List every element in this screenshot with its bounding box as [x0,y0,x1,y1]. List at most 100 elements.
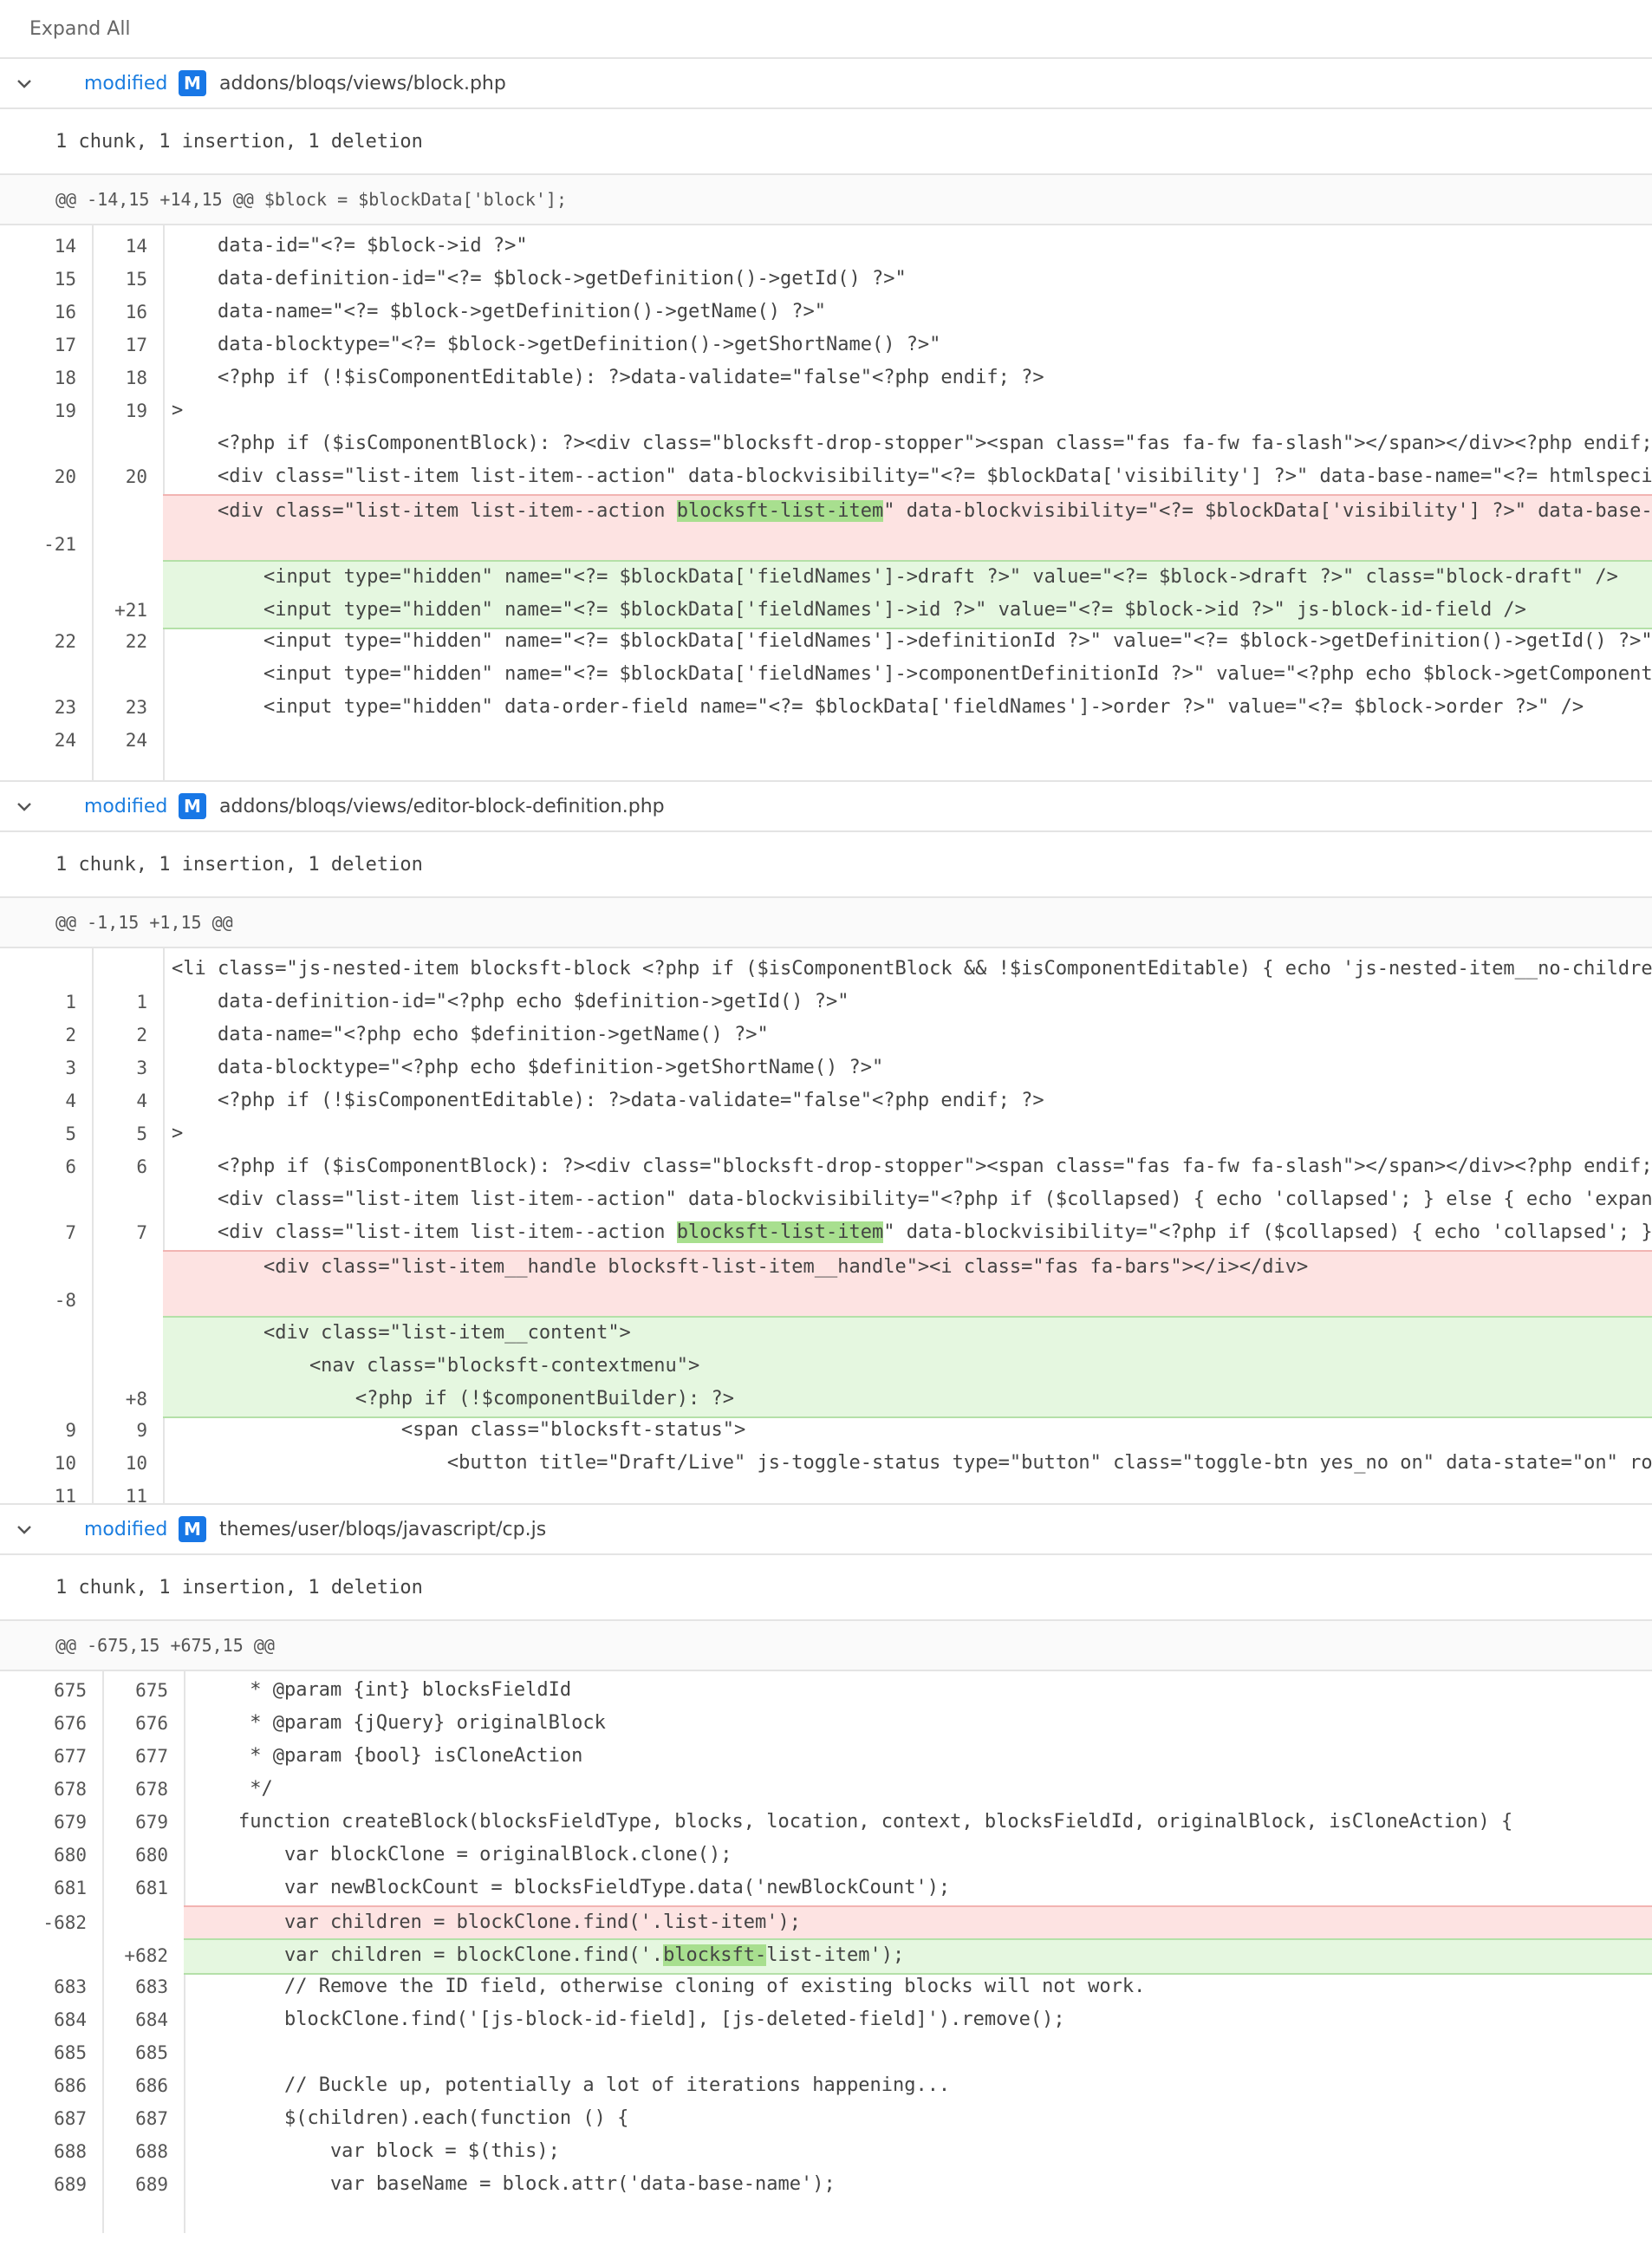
new-line-number: 678 [135,1779,168,1800]
expand-all-button[interactable]: Expand All [29,18,131,40]
code-line: 7 7 <div class="list-item list-item--acti… [0,1217,1652,1250]
old-line-number: 2 [65,1025,76,1045]
added-line: +8 <div class="list-item__content"> <nav… [126,1316,1652,1418]
code-line: 6 6 <?php if ($isComponentBlock): ?><div … [0,1151,1652,1184]
old-line-number: 7 [65,1222,76,1243]
code-text: <div class="list-item list-item--action"… [172,1188,1652,1210]
code-line: 20 20 <div class="list-item list-item--ac… [0,461,1652,494]
old-line-number: 684 [54,2009,87,2030]
new-line-number: 7 [136,1222,147,1243]
code-text: <input type="hidden" name="<?= $blockDat… [172,630,1652,652]
added-line: +21 <input type="hidden" name="<?= $bloc… [114,560,1652,629]
chunk-summary: 1 chunk, 1 insertion, 1 deletion [0,1555,1652,1621]
chevron-down-icon[interactable] [14,796,35,817]
new-line-number: 675 [135,1680,168,1701]
old-line-number: 686 [54,2075,87,2096]
code-line: 5 5 > [0,1118,1652,1151]
new-line-number: 16 [125,302,147,322]
changed-text-highlight: blocksft-list-item [676,1221,884,1243]
old-line-number: 680 [54,1845,87,1866]
code-text: <div class="list-item list-item--action … [172,500,1652,522]
new-line-number: 2 [136,1025,147,1045]
code-line: 685 685 [0,2037,1652,2070]
code-line: 22 22 <input type="hidden" name="<?= $blo… [0,626,1652,659]
deleted-line: -8 <div class="list-item__handle blocksf… [55,1250,1652,1319]
new-line-number: 14 [125,236,147,257]
code-line: 683 683 // Remove the ID field, otherwise… [0,1971,1652,2004]
code-text: <?php if ($isComponentBlock): ?><div cla… [172,433,1652,454]
code-line: <input type="hidden" name="<?= $blockDat… [0,659,1652,692]
code-text: <div class="list-item list-item--action … [172,1221,1652,1243]
code-text: data-definition-id="<?= $block->getDefin… [172,268,907,290]
file-status: modified [84,1518,168,1540]
new-line-number: 688 [135,2141,168,2162]
code-text: var newBlockCount = blocksFieldType.data… [192,1877,951,1898]
new-line-number: 689 [135,2174,168,2195]
old-line-number: 683 [54,1976,87,1997]
code-line: 681 681 var newBlockCount = blocksFieldTy… [0,1872,1652,1905]
changed-text-highlight: blocksft- [663,1944,767,1966]
code-line: 16 16 data-name="<?= $block->getDefinitio… [0,296,1652,329]
old-line-number: -8 [54,1290,76,1311]
file-status: modified [84,795,168,817]
code-line: <div class="list-item list-item--action"… [0,1184,1652,1217]
code-text: var blockClone = originalBlock.clone(); [192,1844,732,1866]
file-path[interactable]: addons/bloqs/views/editor-block-definiti… [219,796,665,817]
old-line-number: 685 [54,2042,87,2063]
old-line-number: 1 [65,992,76,1013]
new-line-number: 11 [125,1486,147,1507]
file-path[interactable]: themes/user/bloqs/javascript/cp.js [219,1519,546,1540]
code-text: <input type="hidden" name="<?= $blockDat… [172,599,1526,621]
new-line-number: 683 [135,1976,168,1997]
code-line: 686 686 // Buckle up, potentially a lot o… [0,2070,1652,2103]
new-line-number: 684 [135,2009,168,2030]
chevron-down-icon[interactable] [14,1519,35,1540]
file-header[interactable]: modified M addons/bloqs/views/editor-blo… [0,782,1652,832]
code-line: 684 684 blockClone.find('[js-block-id-fie… [0,2004,1652,2037]
code-text: <span class="blocksft-status"> [172,1419,746,1441]
new-line-number: 681 [135,1878,168,1898]
new-line-number: 22 [125,631,147,652]
old-line-number: 5 [65,1123,76,1144]
chevron-down-icon[interactable] [14,73,35,94]
code-line: 679 679 function createBlock(blocksFieldT… [0,1807,1652,1839]
old-line-number: -682 [42,1912,87,1933]
file-header[interactable]: modified M addons/bloqs/views/block.php [0,59,1652,109]
code-line: 1 1 data-definition-id="<?php echo $defin… [0,986,1652,1019]
old-line-number: 675 [54,1680,87,1701]
chunk-summary: 1 chunk, 1 insertion, 1 deletion [0,109,1652,175]
old-line-number: 687 [54,2108,87,2129]
code-text: <div class="list-item__content"> [172,1322,631,1344]
code-line: 675 675 * @param {int} blocksFieldId [0,1675,1652,1708]
hunk-header: @@ -1,15 +1,15 @@ [0,898,1652,948]
code-text: <div class="list-item__handle blocksft-l… [172,1256,1309,1278]
file-path[interactable]: addons/bloqs/views/block.php [219,73,506,94]
old-line-number: 14 [54,236,76,257]
code-text: <div class="list-item list-item--action"… [172,466,1652,487]
code-text: <?php if ($isComponentBlock): ?><div cla… [172,1156,1652,1177]
new-line-number: 677 [135,1746,168,1767]
new-line-number: 686 [135,2075,168,2096]
code-line: 688 688 var block = $(this); [0,2136,1652,2169]
code-text: <nav class="blocksft-contextmenu"> [172,1355,700,1377]
code-text: <?php if (!$isComponentEditable): ?>data… [172,1090,1044,1111]
new-line-number: 10 [125,1453,147,1474]
new-line-number: 23 [125,697,147,718]
code-text: data-blocktype="<?php echo $definition->… [172,1057,884,1078]
new-line-number: 687 [135,2108,168,2129]
file-header[interactable]: modified M themes/user/bloqs/javascript/… [0,1505,1652,1555]
old-line-number: 17 [54,335,76,355]
new-line-number: 5 [136,1123,147,1144]
code-text: <button title="Draft/Live" js-toggle-sta… [172,1452,1652,1474]
code-line: 9 9 <span class="blocksft-status"> [0,1415,1652,1448]
old-line-number: 6 [65,1156,76,1177]
code-line: 24 24 [0,725,1652,758]
code-text: data-name="<?php echo $definition->getNa… [172,1024,769,1045]
new-line-number: 676 [135,1713,168,1734]
modified-badge: M [179,70,206,96]
old-line-number: -21 [43,534,76,555]
code-line: 678 678 */ [0,1774,1652,1807]
diff-code-block: <li class="js-nested-item blocksft-block… [0,948,1652,1507]
old-line-number: 16 [54,302,76,322]
code-text-segment: <div class="list-item list-item--action [172,1221,677,1243]
